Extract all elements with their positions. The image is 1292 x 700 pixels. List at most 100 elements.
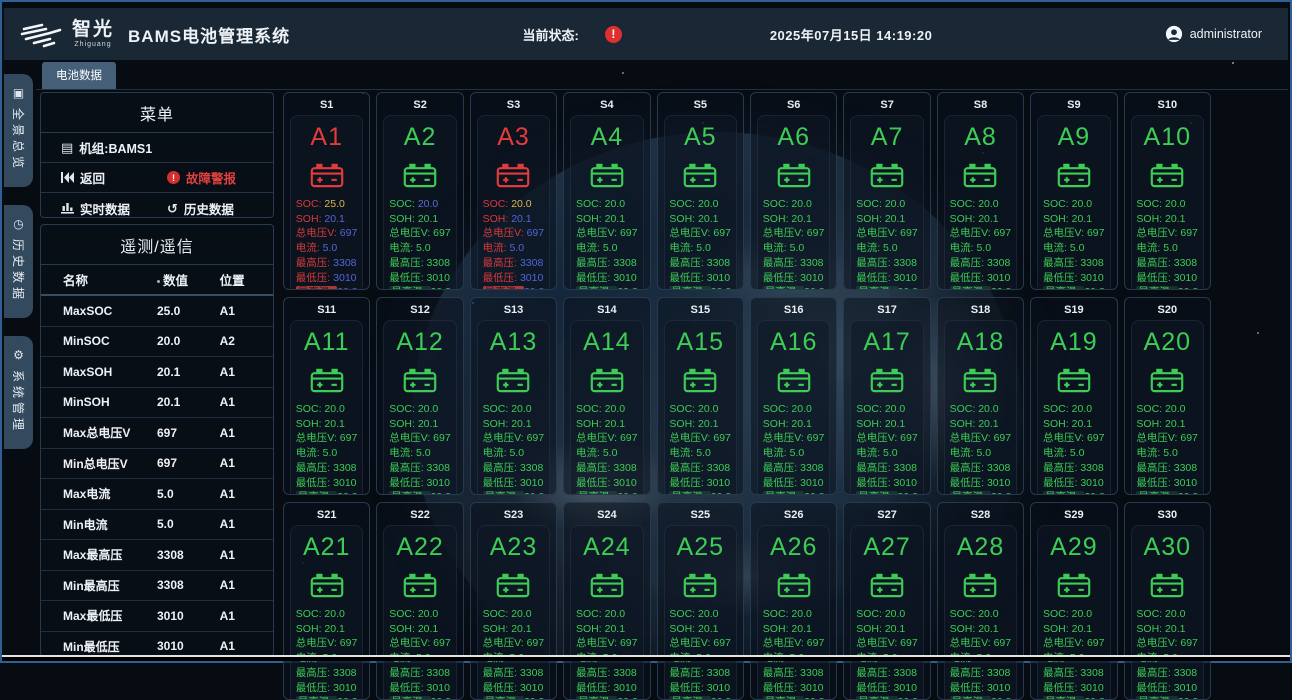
fault-alarm-button[interactable]: ! 故障警报 [167,168,273,187]
battery-card[interactable]: S20 A20 SOC20.0SOH20.1总电压V697电流5.0最高压330… [1124,297,1211,495]
battery-card[interactable]: S21 A21 SOC20.0SOH20.1总电压V697电流5.0最高压330… [283,502,370,700]
row-value: 3010 [157,639,220,653]
stat-value: 20.1 [978,418,998,430]
battery-stats: SOC20.0SOH20.1总电压V697电流5.0最高压3308最低压3010… [856,197,918,290]
row-location: A1 [220,395,273,409]
battery-card[interactable]: S3 A3 SOC20.0SOH20.1总电压V697电流5.0最高压3308最… [470,92,557,290]
battery-card[interactable]: S14 A14 SOC20.0SOH20.1总电压V697电流5.0最高压330… [563,297,650,495]
battery-card[interactable]: S22 A22 SOC20.0SOH20.1总电压V697电流5.0最高压330… [376,502,463,700]
stat-value: 3010 [800,272,823,284]
stat-label: 电流 [1043,447,1070,459]
stat-label: 最低压 [389,272,426,284]
battery-card[interactable]: S15 A15 SOC20.0SOH20.1总电压V697电流5.0最高压330… [657,297,744,495]
stat-label: 最低压 [856,272,893,284]
battery-card[interactable]: S30 A30 SOC20.0SOH20.1总电压V697电流5.0最高压330… [1124,502,1211,700]
stat-value: 20.8 [1178,696,1198,700]
stat-label: SOC [669,403,698,415]
stat-label: 最高温 [1136,286,1177,290]
stat-label: 电流 [483,242,510,254]
stat-value: 3308 [427,667,450,679]
battery-card[interactable]: S17 A17 SOC20.0SOH20.1总电压V697电流5.0最高压330… [843,297,930,495]
unit-label: 机组:BAMS1 [79,138,152,157]
battery-card[interactable]: S13 A13 SOC20.0SOH20.1总电压V697电流5.0最高压330… [470,297,557,495]
bar-chart-icon [61,202,74,214]
realtime-data-button[interactable]: 实时数据 [61,199,167,218]
battery-card[interactable]: S27 A27 SOC20.0SOH20.1总电压V697电流5.0最高压330… [843,502,930,700]
stat-value: 5.0 [1070,447,1085,459]
battery-card[interactable]: S16 A16 SOC20.0SOH20.1总电压V697电流5.0最高压330… [750,297,837,495]
battery-card[interactable]: S7 A7 SOC20.0SOH20.1总电压V697电流5.0最高压3308最… [843,92,930,290]
battery-card-body: A1 SOC25.0SOH20.1总电压V697电流5.0最高压3308最低压3… [290,115,363,290]
battery-cards-grid: S1 A1 SOC25.0SOH20.1总电压V697电流5.0最高压3308最… [283,92,1211,700]
user-menu[interactable]: administrator [1165,25,1262,43]
battery-icon [1057,366,1091,393]
stat-value: 3308 [1174,257,1197,269]
stat-label: 最高温 [483,696,524,700]
battery-card[interactable]: S4 A4 SOC20.0SOH20.1总电压V697电流5.0最高压3308最… [563,92,650,290]
stat-value: 697 [433,432,451,444]
sidebar-tab-1[interactable]: ▣全景总览 [4,74,33,187]
stat-label: SOH [389,623,418,635]
stat-label: 最低压 [296,477,333,489]
back-button[interactable]: 返回 [61,168,167,187]
battery-card[interactable]: S23 A23 SOC20.0SOH20.1总电压V697电流5.0最高压330… [470,502,557,700]
battery-card[interactable]: S11 A11 SOC20.0SOH20.1总电压V697电流5.0最高压330… [283,297,370,495]
sidebar-tab-2[interactable]: ◷历史数据 [4,205,33,318]
battery-card[interactable]: S1 A1 SOC25.0SOH20.1总电压V697电流5.0最高压3308最… [283,92,370,290]
stat-value: 20.1 [324,418,344,430]
stat-label: 最高温 [389,696,430,700]
back-label: 返回 [80,168,105,187]
stat-value: 20.8 [804,696,824,700]
stat-label: SOC [856,608,885,620]
stat-row: 最高温20.8 [1043,490,1105,495]
battery-card[interactable]: S24 A24 SOC20.0SOH20.1总电压V697电流5.0最高压330… [563,502,650,700]
stat-value: 5.0 [696,447,711,459]
stat-row: 总电压V697 [576,636,638,651]
table-row: Min总电压V697A1 [41,449,273,480]
stat-row: 最低压3010 [1043,271,1105,286]
stat-row: 最低压3010 [1043,681,1105,696]
battery-icon [683,161,717,188]
battery-card[interactable]: S18 A18 SOC20.0SOH20.1总电压V697电流5.0最高压330… [937,297,1024,495]
slot-label: S16 [754,301,833,320]
battery-card[interactable]: S19 A19 SOC20.0SOH20.1总电压V697电流5.0最高压330… [1030,297,1117,495]
stat-row: SOH20.1 [296,417,358,432]
stat-label: 最低压 [950,272,987,284]
battery-name: A7 [871,123,904,152]
battery-card[interactable]: S12 A12 SOC20.0SOH20.1总电压V697电流5.0最高压330… [376,297,463,495]
tab-battery-data[interactable]: 电池数据 [42,62,116,89]
stat-label: SOH [763,623,792,635]
row-name: Max最低压 [41,607,157,624]
battery-card[interactable]: S10 A10 SOC20.0SOH20.1总电压V697电流5.0最高压330… [1124,92,1211,290]
battery-card[interactable]: S28 A28 SOC20.0SOH20.1总电压V697电流5.0最高压330… [937,502,1024,700]
battery-card-body: A20 SOC20.0SOH20.1总电压V697电流5.0最高压3308最低压… [1131,320,1204,495]
stat-label: 最高压 [1136,257,1173,269]
history-data-button[interactable]: ↺ 历史数据 [167,199,273,218]
stat-value: 697 [1087,432,1105,444]
stat-label: 最高温 [669,491,710,495]
battery-name: A24 [583,533,630,562]
row-location: A1 [220,609,273,623]
stat-value: 20.8 [337,696,357,700]
sidebar-tab-3[interactable]: ⚙系统管理 [4,336,33,449]
stat-row: 总电压V697 [856,431,918,446]
battery-card[interactable]: S2 A2 SOC20.0SOH20.1总电压V697电流5.0最高压3308最… [376,92,463,290]
battery-card[interactable]: S29 A29 SOC20.0SOH20.1总电压V697电流5.0最高压330… [1030,502,1117,700]
stat-label: SOH [1136,623,1165,635]
battery-card[interactable]: S25 A25 SOC20.0SOH20.1总电压V697电流5.0最高压330… [657,502,744,700]
stat-value: 20.8 [524,491,544,495]
alert-status-icon[interactable]: ! [605,26,622,43]
battery-card[interactable]: S8 A8 SOC20.0SOH20.1总电压V697电流5.0最高压3308最… [937,92,1024,290]
clock-icon: ◷ [13,218,23,230]
stat-label: 最高压 [763,257,800,269]
battery-card[interactable]: S26 A26 SOC20.0SOH20.1总电压V697电流5.0最高压330… [750,502,837,700]
battery-card-body: A9 SOC20.0SOH20.1总电压V697电流5.0最高压3308最低压3… [1037,115,1110,290]
stat-label: 总电压V [1136,637,1180,649]
battery-card-body: A30 SOC20.0SOH20.1总电压V697电流5.0最高压3308最低压… [1131,525,1204,700]
battery-card[interactable]: S5 A5 SOC20.0SOH20.1总电压V697电流5.0最高压3308最… [657,92,744,290]
battery-card[interactable]: S9 A9 SOC20.0SOH20.1总电压V697电流5.0最高压3308最… [1030,92,1117,290]
stat-row: 最低压3010 [389,681,451,696]
stat-row: 总电压V697 [669,226,731,241]
battery-card[interactable]: S6 A6 SOC20.0SOH20.1总电压V697电流5.0最高压3308最… [750,92,837,290]
stat-label: 总电压V [669,227,713,239]
